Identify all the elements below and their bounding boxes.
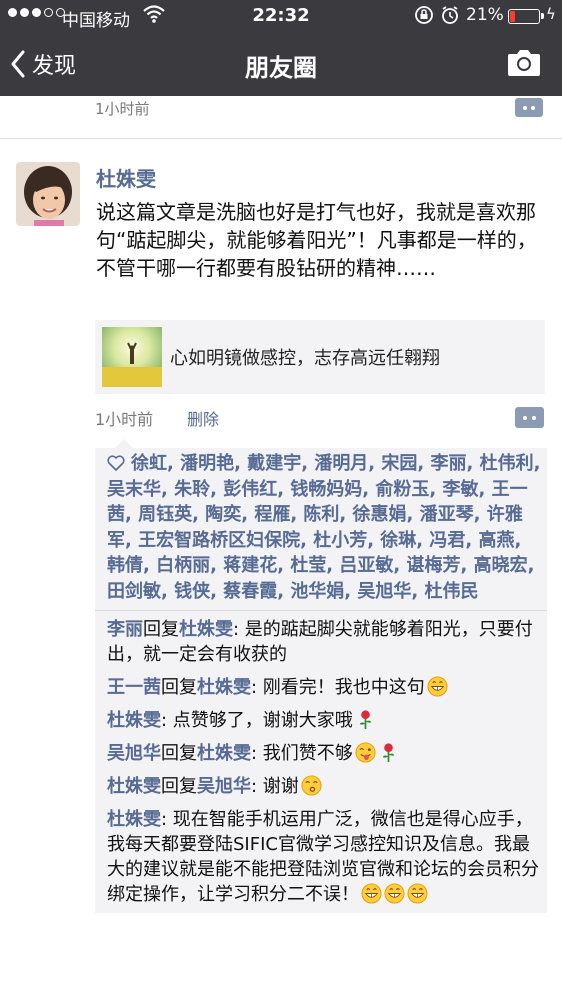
comment-author[interactable]: 杜姝雯 [107, 776, 161, 797]
rose-emoji-icon [382, 743, 395, 763]
interaction-panel: 徐虹, 潘明艳, 戴建宇, 潘明月, 宋园, 李丽, 杜伟利, 吴末华, 朱聆,… [95, 439, 547, 913]
charging-icon: ϟ [546, 5, 556, 23]
comment-text: : 谢谢 [251, 776, 299, 797]
comment-item[interactable]: 李丽回复杜姝雯: 是的踮起脚尖就能够着阳光，只要付出，就一定会有收获的 [107, 617, 541, 667]
reply-target[interactable]: 吴旭华 [197, 776, 251, 797]
comment-author[interactable]: 杜姝雯 [107, 710, 161, 731]
comment-item[interactable]: 杜姝雯回复吴旭华: 谢谢 [107, 774, 541, 799]
grinning-emoji-icon [384, 883, 405, 904]
reply-target[interactable]: 杜姝雯 [197, 677, 251, 698]
reply-word: 回复 [143, 619, 179, 640]
navigation-bar: 发现 朋友圈 [0, 32, 562, 96]
comments-list: 李丽回复杜姝雯: 是的踮起脚尖就能够着阳光，只要付出，就一定会有收获的 王一茜回… [95, 611, 547, 913]
likes-list: 徐虹, 潘明艳, 戴建宇, 潘明月, 宋园, 李丽, 杜伟利, 吴末华, 朱聆,… [95, 448, 547, 610]
comment-button[interactable] [515, 407, 544, 428]
comment-item[interactable]: 吴旭华回复杜姝雯: 我们赞不够 [107, 741, 541, 766]
comment-author[interactable]: 杜姝雯 [107, 809, 161, 830]
status-bar: 中国移动 22:32 21% ϟ [0, 0, 562, 32]
comment-author[interactable]: 王一茜 [107, 677, 161, 698]
comment-text: : 现在智能手机运用广泛，微信也是得心应手，我每天都要登陆SIFIC官微学习感控… [107, 809, 539, 905]
battery-icon [508, 9, 544, 24]
grinning-emoji-icon [407, 883, 428, 904]
reply-word: 回复 [161, 776, 197, 797]
kiss-emoji-icon [301, 775, 322, 796]
delete-link[interactable]: 删除 [187, 406, 219, 430]
previous-post-time: 1小时前 [95, 100, 150, 118]
comment-author[interactable]: 李丽 [107, 619, 143, 640]
battery-percent: 21% [466, 5, 504, 25]
tongue-wink-emoji-icon [355, 742, 376, 763]
emoji-group [359, 883, 428, 905]
comment-item[interactable]: 杜姝雯: 点赞够了，谢谢大家哦 [107, 708, 541, 733]
camera-icon [508, 50, 540, 76]
likes-names[interactable]: 徐虹, 潘明艳, 戴建宇, 潘明月, 宋园, 李丽, 杜伟利, 吴末华, 朱聆,… [107, 453, 540, 602]
comment-author[interactable]: 吴旭华 [107, 743, 161, 764]
comment-text: : 我们赞不够 [251, 743, 353, 764]
post-author[interactable]: 杜姝雯 [96, 163, 156, 192]
post-time: 1小时前 [95, 410, 154, 429]
comment-text: : 刚看完！我也中这句 [251, 677, 425, 698]
rose-emoji-icon [359, 710, 372, 730]
grinning-emoji-icon [361, 883, 382, 904]
reply-target[interactable]: 杜姝雯 [197, 743, 251, 764]
post-text: 说这篇文章是洗脑也好是打气也好，我就是喜欢那句“踮起脚尖，就能够着阳光”！凡事都… [96, 200, 537, 280]
shared-link-card[interactable]: 心如明镜做感控，志存高远任翱翔 [95, 320, 545, 394]
reply-word: 回复 [161, 743, 197, 764]
reply-word: 回复 [161, 677, 197, 698]
post-divider [0, 138, 562, 139]
alarm-icon [440, 5, 460, 30]
orientation-lock-icon [414, 5, 434, 30]
page-title: 朋友圈 [245, 54, 317, 82]
reply-target[interactable]: 杜姝雯 [179, 619, 233, 640]
camera-button[interactable] [507, 49, 541, 81]
grinning-emoji-icon [427, 676, 448, 697]
comment-text: : 点赞够了，谢谢大家哦 [161, 710, 353, 731]
heart-outline-icon [107, 455, 125, 471]
previous-post-comment-button[interactable] [515, 98, 543, 117]
comment-item[interactable]: 王一茜回复杜姝雯: 刚看完！我也中这句 [107, 675, 541, 700]
link-thumbnail [102, 327, 162, 387]
avatar[interactable] [16, 162, 80, 226]
link-title: 心如明镜做感控，志存高远任翱翔 [170, 348, 440, 369]
comment-item[interactable]: 杜姝雯: 现在智能手机运用广泛，微信也是得心应手，我每天都要登陆SIFIC官微学… [107, 807, 541, 907]
